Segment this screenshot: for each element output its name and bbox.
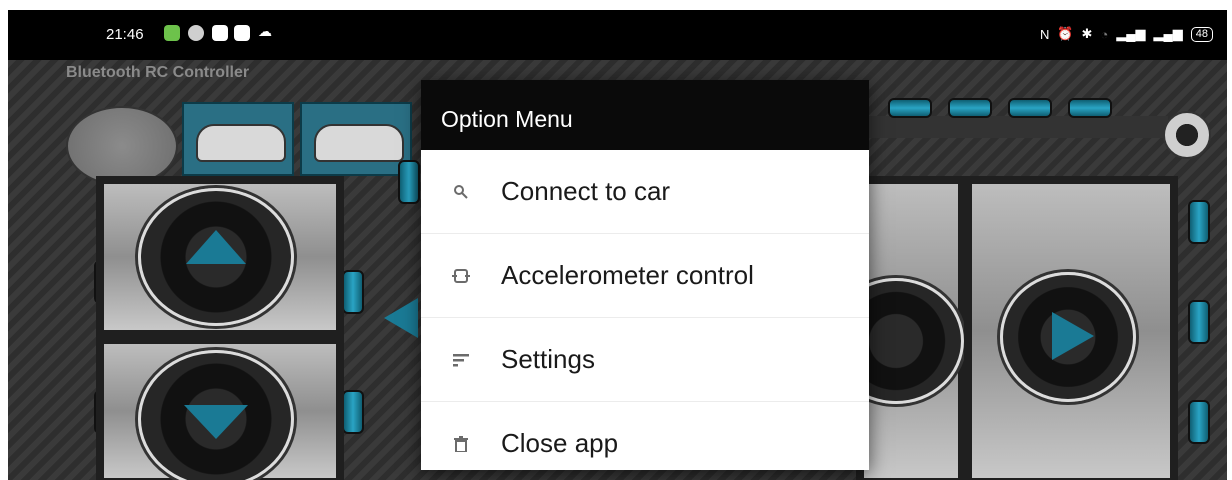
- menu-item-label: Accelerometer control: [501, 260, 754, 290]
- menu-item-label: Close app: [501, 428, 619, 458]
- trash-icon: [449, 435, 473, 452]
- status-time: 21:46: [106, 26, 144, 43]
- car-front-icon: [196, 124, 286, 162]
- tube-decoration: [888, 98, 932, 118]
- menu-item-connect-to-car[interactable]: Connect to car: [421, 150, 869, 234]
- status-bar: 21:46 ☁ N ⏰ ✱ ◔ ▂▄▆ ▂▄▆ 48: [8, 10, 1227, 60]
- tube-decoration: [342, 390, 364, 434]
- right-arrow-icon: [1052, 312, 1094, 360]
- signal-icon: ▂▄▆: [1116, 26, 1146, 41]
- nfc-icon: N: [1039, 26, 1050, 42]
- menu-item-close-app[interactable]: Close app: [421, 402, 869, 470]
- car-back-icon: [314, 124, 404, 162]
- back-lights-button[interactable]: [300, 102, 412, 176]
- tube-decoration: [1068, 98, 1112, 118]
- search-icon: [449, 184, 473, 200]
- phone-screen: 21:46 ☁ N ⏰ ✱ ◔ ▂▄▆ ▂▄▆ 48 Bluetooth RC …: [8, 10, 1227, 480]
- connection-status-indicator[interactable]: [66, 106, 178, 186]
- wifi-icon: ◔: [1100, 26, 1109, 42]
- tube-decoration: [1188, 400, 1210, 444]
- cloud-notification-icon: ☁: [258, 23, 272, 39]
- signal-icon-2: ▂▄▆: [1153, 26, 1183, 41]
- battery-indicator: 48: [1190, 26, 1213, 42]
- tube-decoration: [398, 160, 420, 204]
- up-arrow-icon: [186, 230, 246, 264]
- app-notification-icon: [164, 25, 180, 41]
- youtube-notification-icon-2: [234, 25, 250, 41]
- left-arrow-icon: [384, 298, 418, 338]
- down-arrow-icon: [184, 405, 248, 439]
- tube-decoration: [1008, 98, 1052, 118]
- settings-lines-icon: [449, 353, 473, 367]
- option-menu-dialog: Option Menu Connect to car Accelerometer…: [421, 80, 869, 470]
- alarm-icon: ⏰: [1057, 26, 1074, 41]
- tube-decoration: [1188, 200, 1210, 244]
- rotate-phone-icon: [449, 268, 473, 284]
- option-menu-header: Option Menu: [421, 80, 869, 150]
- menu-item-label: Connect to car: [501, 176, 671, 206]
- tube-decoration: [342, 270, 364, 314]
- option-menu-title: Option Menu: [441, 106, 573, 132]
- app-title: Bluetooth RC Controller: [66, 64, 250, 81]
- front-lights-button[interactable]: [182, 102, 294, 176]
- menu-item-accelerometer-control[interactable]: Accelerometer control: [421, 234, 869, 318]
- tube-decoration: [948, 98, 992, 118]
- status-right-group: N ⏰ ✱ ◔ ▂▄▆ ▂▄▆ 48: [1040, 24, 1213, 44]
- menu-item-label: Settings: [501, 344, 595, 374]
- youtube-notification-icon: [212, 25, 228, 41]
- bluetooth-icon: ✱: [1081, 26, 1093, 41]
- speed-gauge-icon: [1163, 111, 1211, 159]
- gear-notification-icon: [188, 25, 204, 41]
- tube-decoration: [1188, 300, 1210, 344]
- menu-item-settings[interactable]: Settings: [421, 318, 869, 402]
- speed-bar[interactable]: [868, 116, 1168, 138]
